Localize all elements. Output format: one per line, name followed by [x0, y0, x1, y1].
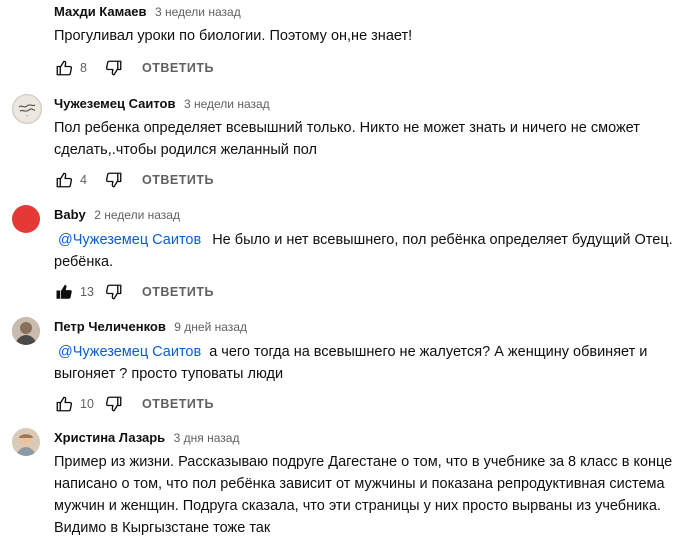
like-icon[interactable]	[54, 282, 74, 302]
comment-text-line: мужчин и женщин. Подруга сказала, что эт…	[54, 498, 661, 514]
comment-time[interactable]: 3 недели назад	[184, 97, 270, 111]
mention-link[interactable]: @Чужеземец Саитов	[58, 232, 201, 248]
svg-text:ᐩᐩ: ᐩᐩ	[25, 114, 29, 119]
comment-time[interactable]: 3 недели назад	[155, 5, 241, 19]
comment-text-line: @Чужеземец Саитов Не было и нет всевышнег…	[54, 229, 694, 251]
reply-button[interactable]: ОТВЕТИТЬ	[142, 173, 214, 187]
comment-text: Пример из жизни. Рассказываю подруге Даг…	[54, 451, 694, 539]
comment-text-segment: а чего тогда на всевышнего не жалуется? …	[209, 344, 648, 360]
reply-button[interactable]: ОТВЕТИТЬ	[142, 397, 214, 411]
comment-header: Петр Челиченков 9 дней назад	[54, 318, 247, 336]
dislike-icon[interactable]	[104, 170, 124, 190]
like-icon[interactable]	[54, 58, 74, 78]
dislike-icon[interactable]	[104, 58, 124, 78]
comment-text-line: ребёнка.	[54, 254, 114, 270]
comment-author[interactable]: Петр Челиченков	[54, 319, 166, 334]
reply-button[interactable]: ОТВЕТИТЬ	[142, 61, 214, 75]
comment-text-line: Пример из жизни. Рассказываю подруге Даг…	[54, 454, 673, 470]
comment-text-line: @Чужеземец Саитов а чего тогда на всевышн…	[54, 341, 694, 363]
comment-text: @Чужеземец Саитов а чего тогда на всевышн…	[54, 341, 694, 385]
comment-text: Прогуливал уроки по биологии. Поэтому он…	[54, 25, 694, 47]
comment-actions: 4 ОТВЕТИТЬ	[54, 168, 214, 192]
reply-button[interactable]: ОТВЕТИТЬ	[142, 285, 214, 299]
like-count: 13	[80, 285, 94, 299]
comment-author[interactable]: Христина Лазарь	[54, 430, 165, 445]
avatar[interactable]	[12, 317, 40, 345]
avatar[interactable]	[12, 428, 40, 456]
comment-actions: 13 ОТВЕТИТЬ	[54, 280, 214, 304]
comment-time[interactable]: 9 дней назад	[174, 320, 247, 334]
comment-author[interactable]: Baby	[54, 207, 86, 222]
comment-text: Пол ребенка определяет всевышний только.…	[54, 117, 694, 161]
comment-header: Христина Лазарь 3 дня назад	[54, 429, 239, 447]
comment-text-line: Пол ребенка определяет всевышний только.…	[54, 120, 640, 136]
comment-text-line: сделать,.чтобы родился желанный пол	[54, 142, 317, 158]
like-icon[interactable]	[54, 170, 74, 190]
comment-header: Махди Камаев 3 недели назад	[54, 3, 241, 21]
dislike-icon[interactable]	[104, 282, 124, 302]
like-count: 4	[80, 173, 87, 187]
comment-text-segment: Не было и нет всевышнего, пол ребёнка оп…	[212, 232, 673, 248]
comment-author[interactable]: Чужеземец Саитов	[54, 96, 176, 111]
comment-text: @Чужеземец Саитов Не было и нет всевышнег…	[54, 229, 694, 273]
like-count: 8	[80, 61, 87, 75]
comment-actions: 8 ОТВЕТИТЬ	[54, 56, 214, 80]
comment-time[interactable]: 2 недели назад	[94, 208, 180, 222]
comment-text-line: Видимо в Кыргызстане тоже так	[54, 520, 271, 536]
comment-actions: 10 ОТВЕТИТЬ	[54, 392, 214, 416]
comment-time[interactable]: 3 дня назад	[174, 431, 240, 445]
comment-text-line: Прогуливал уроки по биологии. Поэтому он…	[54, 28, 413, 44]
comment-text-line: написано о том, что пол ребёнка зависит …	[54, 476, 665, 492]
avatar[interactable]	[12, 205, 40, 233]
dislike-icon[interactable]	[104, 394, 124, 414]
avatar[interactable]: ᐩᐩ	[12, 94, 42, 124]
comment-author[interactable]: Махди Камаев	[54, 4, 147, 19]
comment-header: Чужеземец Саитов 3 недели назад	[54, 95, 270, 113]
mention-link[interactable]: @Чужеземец Саитов	[58, 344, 201, 360]
comment-text-line: выгоняет ? просто туповаты люди	[54, 366, 284, 382]
like-count: 10	[80, 397, 94, 411]
like-icon[interactable]	[54, 394, 74, 414]
comment-header: Baby 2 недели назад	[54, 206, 180, 224]
